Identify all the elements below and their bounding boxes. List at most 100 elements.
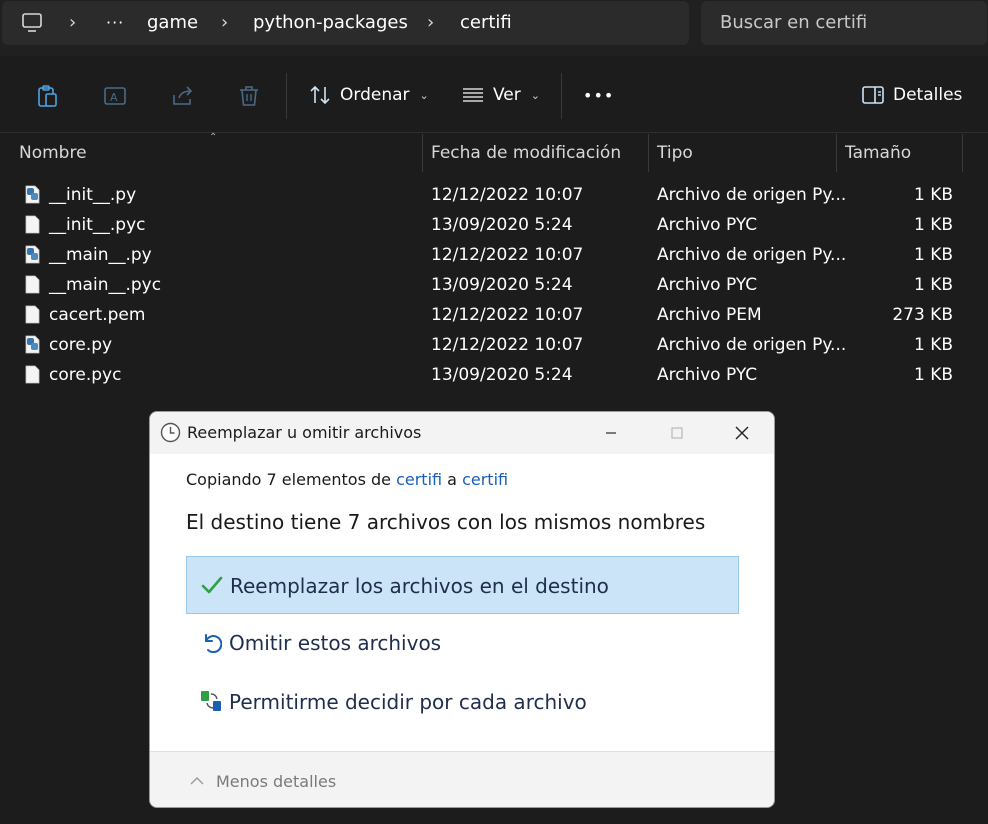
paste-icon[interactable] <box>35 83 61 109</box>
toolbar-separator <box>286 73 287 119</box>
destination-folder-link[interactable]: certifi <box>462 470 508 489</box>
more-options-button[interactable]: ••• <box>583 57 614 133</box>
copy-prefix: Copiando 7 elementos de <box>186 470 397 489</box>
file-type: Archivo PYC <box>657 365 758 385</box>
breadcrumb-python-packages[interactable]: python-packages <box>253 1 408 45</box>
column-divider[interactable] <box>962 134 963 172</box>
undo-arrow-icon <box>205 634 222 653</box>
column-divider[interactable] <box>836 134 837 172</box>
list-view-icon <box>463 88 483 102</box>
file-modified: 13/09/2020 5:24 <box>431 365 573 385</box>
file-icon <box>25 275 40 294</box>
dialog-title-bar[interactable]: Reemplazar u omitir archivos <box>150 412 774 454</box>
share-icon[interactable] <box>170 83 196 109</box>
replace-files-option[interactable]: Reemplazar los archivos en el destino <box>186 556 739 614</box>
file-name: __main__.pyc <box>49 275 162 295</box>
computer-icon[interactable] <box>21 12 43 34</box>
copy-summary: Copiando 7 elementos de certifi a certif… <box>186 470 508 489</box>
column-header-size[interactable]: Tamaño <box>845 134 911 172</box>
address-bar[interactable]: › ··· game › python-packages › certifi <box>2 1 689 45</box>
file-size: 1 KB <box>913 185 953 205</box>
delete-icon[interactable] <box>236 83 262 109</box>
column-divider[interactable] <box>422 134 423 172</box>
file-modified: 12/12/2022 10:07 <box>431 335 584 355</box>
file-type: Archivo de origen Py... <box>657 245 847 265</box>
file-modified: 13/09/2020 5:24 <box>431 215 573 235</box>
minimize-icon <box>606 432 616 434</box>
column-header-modified[interactable]: Fecha de modificación <box>431 134 621 172</box>
rename-icon[interactable]: A <box>102 83 128 109</box>
svg-text:A: A <box>110 91 118 104</box>
breadcrumb-chevron[interactable]: › <box>427 1 434 45</box>
sort-ascending-icon: ⌃ <box>209 132 218 143</box>
breadcrumb-chevron[interactable]: › <box>69 1 76 45</box>
compare-files-icon <box>201 691 221 711</box>
close-button[interactable] <box>719 412 765 454</box>
python-file-icon <box>25 335 40 354</box>
search-input[interactable]: Buscar en certifi <box>701 1 987 45</box>
column-header-name[interactable]: Nombre <box>19 134 87 172</box>
breadcrumb-overflow[interactable]: ··· <box>106 1 124 45</box>
decide-each-file-option[interactable]: Permitirme decidir por cada archivo <box>186 673 739 731</box>
sort-button[interactable]: Ordenar ⌄ <box>308 57 429 133</box>
file-name: core.py <box>49 335 113 355</box>
file-row[interactable]: __main__.pyc 13/09/2020 5:24 Archivo PYC 1 … <box>0 270 988 300</box>
breadcrumb-game[interactable]: game <box>147 1 198 45</box>
file-name: __main__.py <box>49 245 152 265</box>
maximize-button <box>654 412 700 454</box>
python-file-icon <box>25 185 40 204</box>
chevron-down-icon: ⌄ <box>419 88 429 102</box>
breadcrumb-chevron[interactable]: › <box>221 1 228 45</box>
skip-files-option[interactable]: Omitir estos archivos <box>186 614 739 672</box>
checkmark-icon <box>201 576 223 594</box>
file-name: core.pyc <box>49 365 122 385</box>
file-row[interactable]: __init__.py 12/12/2022 10:07 Archivo de or… <box>0 180 988 210</box>
column-divider[interactable] <box>648 134 649 172</box>
copy-mid: a <box>442 470 463 489</box>
details-button[interactable]: Detalles <box>861 57 962 133</box>
file-size: 1 KB <box>913 245 953 265</box>
source-folder-link[interactable]: certifi <box>396 470 442 489</box>
replace-or-skip-dialog: Reemplazar u omitir archivos Copiando 7 … <box>149 411 775 808</box>
skip-files-label: Omitir estos archivos <box>229 631 442 655</box>
python-file-icon <box>25 245 40 264</box>
file-modified: 13/09/2020 5:24 <box>431 275 573 295</box>
maximize-icon <box>671 427 683 439</box>
file-type: Archivo PYC <box>657 215 758 235</box>
dialog-title: Reemplazar u omitir archivos <box>187 423 422 442</box>
file-size: 1 KB <box>913 275 953 295</box>
file-type: Archivo PYC <box>657 275 758 295</box>
address-bar-row: › ··· game › python-packages › certifi B… <box>0 0 988 56</box>
file-row[interactable]: core.pyc 13/09/2020 5:24 Archivo PYC 1 KB <box>0 360 988 390</box>
dialog-footer: Menos detalles <box>150 751 774 807</box>
less-details-button[interactable]: Menos detalles <box>190 752 337 807</box>
file-size: 1 KB <box>913 215 953 235</box>
less-details-label: Menos detalles <box>216 771 337 791</box>
column-headers: ⌃ Nombre Fecha de modificación Tipo Tama… <box>0 132 988 172</box>
file-type: Archivo de origen Py... <box>657 335 847 355</box>
view-label: Ver <box>493 85 521 105</box>
chevron-up-icon <box>190 777 204 785</box>
breadcrumb-certifi[interactable]: certifi <box>460 1 512 45</box>
file-row[interactable]: __main__.py 12/12/2022 10:07 Archivo de or… <box>0 240 988 270</box>
minimize-button[interactable] <box>588 412 634 454</box>
file-size: 273 KB <box>892 305 953 325</box>
column-header-type[interactable]: Tipo <box>657 134 693 172</box>
view-button[interactable]: Ver ⌄ <box>461 57 540 133</box>
file-row[interactable]: core.py 12/12/2022 10:07 Archivo de origen… <box>0 330 988 360</box>
file-row[interactable]: __init__.pyc 13/09/2020 5:24 Archivo PYC 1 … <box>0 210 988 240</box>
file-row[interactable]: cacert.pem 12/12/2022 10:07 Archivo PEM 273… <box>0 300 988 330</box>
details-pane-icon <box>862 86 884 104</box>
decide-each-file-label: Permitirme decidir por cada archivo <box>229 690 587 714</box>
file-name: __init__.py <box>49 185 137 205</box>
file-icon <box>25 305 40 324</box>
file-size: 1 KB <box>913 365 953 385</box>
sort-label: Ordenar <box>340 85 410 105</box>
file-icon <box>25 215 40 234</box>
dialog-heading: El destino tiene 7 archivos con los mism… <box>186 510 706 534</box>
clock-icon <box>160 422 181 443</box>
file-size: 1 KB <box>913 335 953 355</box>
file-modified: 12/12/2022 10:07 <box>431 185 584 205</box>
file-modified: 12/12/2022 10:07 <box>431 305 584 325</box>
close-icon <box>735 426 749 440</box>
